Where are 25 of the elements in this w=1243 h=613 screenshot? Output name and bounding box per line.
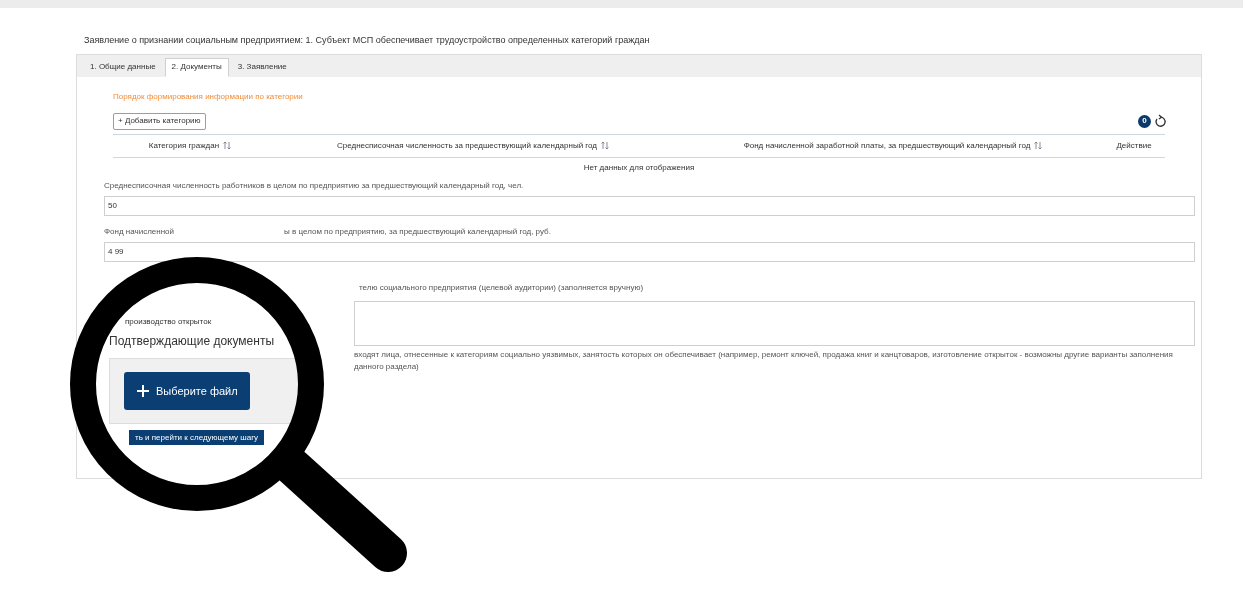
sort-icon[interactable]: [223, 141, 232, 150]
section-heading: Подтверждающие документы: [109, 333, 274, 350]
next-step-button[interactable]: ть и перейти к следующему шагу: [129, 430, 265, 445]
field-label: Фонд начисленной: [104, 225, 175, 238]
column-header: Категория граждан: [148, 139, 220, 152]
text-area-value: производство открыток: [125, 316, 212, 328]
column-header: Фонд начисленной заработной платы, за предшествующий календарный год: [743, 139, 1031, 152]
input-field[interactable]: 4 99: [104, 241, 1195, 262]
field-label: ы в целом по предприятию, за предшествующий календарный год, руб.: [284, 225, 551, 238]
refresh-icon[interactable]: [1154, 114, 1167, 128]
hint-text: входят лица, отнесенные к категориям социально уязвимых, занятость которых он обеспечивает (например, ремонт ключей, продажа книг и канцтоваров, изготовление открыток - возможны другие варианты заполнения данного раздела): [354, 348, 1174, 373]
field-label: Среднесписочная численность работников в целом по предприятию за предшествующий календарный год, чел.: [104, 179, 525, 192]
sort-icon[interactable]: [601, 141, 610, 150]
column-header: Действие: [1116, 139, 1152, 152]
plus-icon: [136, 384, 150, 398]
page-title: Заявление о признании социальным предприятием: 1. Субъект МСП обеспечивает трудоустройство определенных категорий граждан: [84, 34, 651, 47]
choose-file-button[interactable]: Выберите файл: [124, 372, 250, 410]
column-header: Среднесписочная численность за предшествующий календарный год: [336, 139, 598, 152]
sort-icon[interactable]: [1034, 141, 1043, 150]
tab[interactable]: 2. Документы: [164, 57, 229, 77]
field-label: телю социального предприятия (целевой аудитории) (заполняется вручную): [359, 282, 644, 292]
add-category-button[interactable]: + Добавить категорию: [113, 112, 206, 130]
input-field[interactable]: 50: [104, 195, 1195, 216]
empty-table-message: Нет данных для отображения: [583, 161, 695, 174]
count-badge: 0: [1138, 114, 1151, 128]
